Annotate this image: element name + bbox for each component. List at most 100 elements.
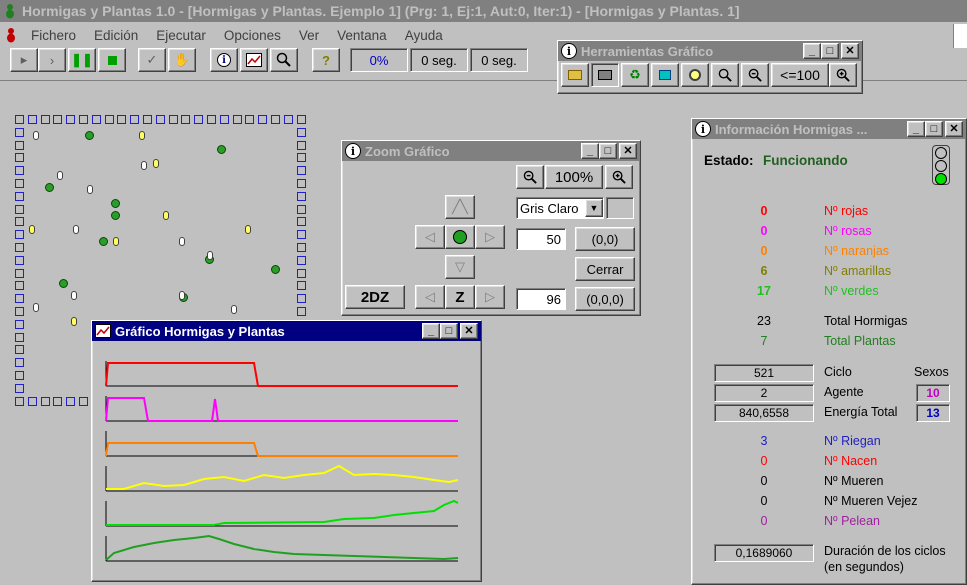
plant-dot [99,237,108,246]
border-cell [15,204,24,214]
help-button[interactable]: ? [312,48,340,72]
traffic-light-icon [932,145,950,185]
zoom-out-icon [523,170,537,184]
menu-fichero[interactable]: Fichero [31,28,76,43]
chart-button[interactable] [240,48,268,72]
close-button[interactable]: ✕ [841,43,859,59]
arrow-left-icon: ◁ [425,289,435,304]
sexos-label: Sexos [914,365,949,379]
ant-dot [71,291,77,300]
border-cell [117,115,127,124]
z-button[interactable]: Z [445,285,475,309]
menu-ver[interactable]: Ver [299,28,319,43]
chevron-down-icon[interactable]: ▼ [585,199,603,217]
event-value: 0 [760,494,768,508]
step-icon: › [49,52,55,68]
hand-button[interactable]: ✋ [168,48,196,72]
ant-dot [231,305,237,314]
zoom-button[interactable] [270,48,298,72]
arrow-left-icon: ◁ [425,229,435,244]
border-cell [15,332,24,342]
minimize-button[interactable]: _ [581,143,599,159]
close-button[interactable]: ✕ [945,121,963,137]
border-cell [297,217,306,227]
stop-icon [107,55,117,65]
stop-button[interactable] [98,48,126,72]
down-arrow-button[interactable]: ▽ [445,255,475,279]
minimize-button[interactable]: _ [907,121,925,137]
menu-ejecutar[interactable]: Ejecutar [156,28,206,43]
ant-dot [71,317,77,326]
border-cell [245,115,255,124]
border-cell [53,397,63,406]
event-label: Nº Nacen [824,454,878,468]
total-hormigas-value: 23 [757,314,771,328]
zoom-plus-button[interactable] [829,63,857,87]
close-button[interactable]: ✕ [619,143,637,159]
minimize-button[interactable]: _ [422,323,440,339]
zoom-in-button[interactable] [711,63,739,87]
menu-ventana[interactable]: Ventana [337,28,387,43]
zoom-out-button[interactable] [516,165,544,189]
maximize-button[interactable]: □ [821,43,839,59]
palette-select[interactable]: Gris Claro ▼ [516,197,604,219]
grafico-titlebar[interactable]: Gráfico Hormigas y Plantas _ □ ✕ [92,321,481,341]
ant-dot [207,251,213,260]
border-cell [296,115,306,124]
border-cell [271,115,280,124]
recycle-button[interactable]: ♻ [621,63,649,87]
herramientas-titlebar[interactable]: i Herramientas Gráfico _ □ ✕ [558,41,862,61]
ant-dot [153,159,159,168]
zoom-out-button[interactable] [741,63,769,87]
count-label: Nº verdes [824,284,879,298]
progress-field: 0% [350,48,408,72]
info-titlebar[interactable]: i Información Hormigas ... _ □ ✕ [692,119,966,139]
maximize-button[interactable]: □ [925,121,943,137]
zoom-titlebar[interactable]: i Zoom Gráfico _ □ ✕ [342,141,640,161]
value-a-input[interactable]: 50 [516,228,566,250]
zoom-in-button[interactable] [605,165,633,189]
menu-edicion[interactable]: Edición [94,28,138,43]
view3d-button[interactable] [651,63,679,87]
menu-opciones[interactable]: Opciones [224,28,281,43]
limit-button[interactable]: <=100 [771,63,829,87]
close-button[interactable]: ✕ [460,323,478,339]
left-arrow-button[interactable]: ◁ [415,225,445,249]
step-back-button[interactable]: ▸ [10,48,38,72]
up-arrow-button[interactable]: ╱╲ [445,195,475,219]
duracion-units: (en segundos) [824,560,904,574]
pause-button[interactable]: ❚❚ [68,48,96,72]
zoom-window-button[interactable] [681,63,709,87]
pause-icon: ❚❚ [71,52,93,67]
zoom-level[interactable]: 100% [545,165,603,189]
maximize-button[interactable]: □ [440,323,458,339]
check-button[interactable]: ✓ [138,48,166,72]
border-cell [40,115,50,124]
info-button[interactable]: i [210,48,238,72]
count-label: Nº naranjas [824,244,890,258]
coord-a-button[interactable]: (0,0) [575,227,635,251]
open-button[interactable] [561,63,589,87]
menu-ayuda[interactable]: Ayuda [405,28,443,43]
border-cell [15,191,24,201]
value-b-input[interactable]: 96 [516,288,566,310]
border-cell [15,383,24,393]
agente-value: 2 [714,384,814,402]
maximize-button[interactable]: □ [599,143,617,159]
ant-dot [73,225,79,234]
series-yellow [105,464,459,492]
center-button[interactable] [445,225,475,249]
border-cell [297,230,306,240]
cerrar-button[interactable]: Cerrar [575,257,635,281]
step-button[interactable]: › [38,48,66,72]
z-left-button[interactable]: ◁ [415,285,445,309]
coord-b-button[interactable]: (0,0,0) [575,287,635,311]
print-button[interactable] [591,63,619,87]
arrow-down-icon: ▽ [455,259,465,274]
mode-2dz-button[interactable]: 2DZ [345,285,405,309]
z-right-button[interactable]: ▷ [475,285,505,309]
zoom-window-icon [689,69,701,81]
app-menu-icon[interactable] [4,27,18,43]
right-arrow-button[interactable]: ▷ [475,225,505,249]
minimize-button[interactable]: _ [803,43,821,59]
